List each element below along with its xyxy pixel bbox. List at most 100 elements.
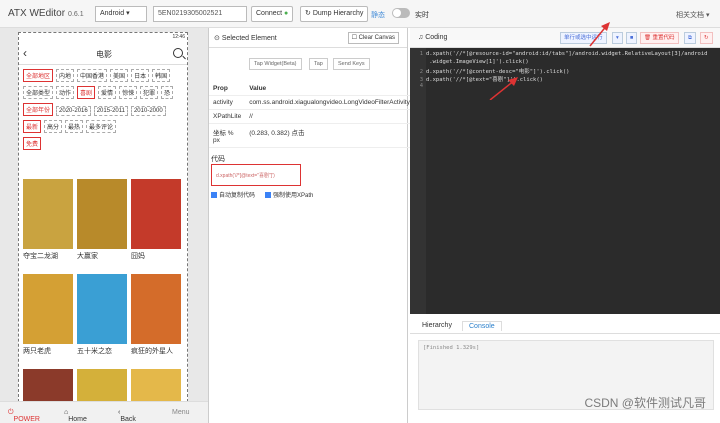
force-xpath-checkbox[interactable]: 强制使用XPath	[265, 190, 313, 199]
app-title: ATX WEditor 0.6.1	[8, 8, 84, 19]
movie-card[interactable]	[77, 369, 127, 401]
filter-row: 免费	[23, 137, 44, 150]
docs-link[interactable]: 相关文档 ▾	[676, 10, 709, 20]
code-line: 2 d.xpath('//*[@content-desc="电影"]').clic…	[419, 69, 570, 75]
status-bar: 12:46	[172, 34, 185, 40]
movie-title: 五十米之恋	[77, 348, 112, 355]
filter-chip[interactable]: 韩国	[152, 69, 171, 82]
panel-title: ⊙ Selected Element	[214, 35, 277, 42]
clear-canvas-button[interactable]: ☐ Clear Canvas	[347, 32, 399, 44]
back-button[interactable]: ‹ Back	[118, 409, 136, 423]
code-snippet[interactable]: d.xpath('//*[@text="喜剧"]')	[211, 164, 301, 186]
serial-input[interactable]: 5EN0219305002521	[153, 6, 247, 22]
copy-icon[interactable]: ⧉	[684, 32, 696, 44]
filter-chip[interactable]: 恐	[161, 86, 174, 99]
run-dropdown-button[interactable]: ▾	[612, 32, 623, 44]
filter-chip[interactable]: 最新	[23, 120, 42, 133]
movie-card[interactable]: 疯狂的外星人	[131, 274, 181, 356]
bottom-tabs: Hierarchy Console	[410, 318, 720, 334]
filter-chip[interactable]: 全部地区	[23, 69, 54, 82]
filter-chip[interactable]: 免费	[23, 137, 42, 150]
movie-poster	[77, 274, 127, 344]
coding-title: ♫ Coding	[418, 34, 448, 41]
filter-row: 全部地区 内地 中国香港 美国 日本 韩国	[23, 69, 173, 82]
reset-code-button[interactable]: 🗑 重置代码	[640, 32, 679, 44]
movie-poster	[23, 179, 73, 249]
filter-chip[interactable]: 全部年份	[23, 103, 54, 116]
filter-chip[interactable]: 内地	[56, 69, 75, 82]
connect-button[interactable]: Connect ●	[251, 6, 294, 22]
movie-poster	[131, 274, 181, 344]
filter-chip[interactable]: 惊悚	[119, 86, 138, 99]
movie-poster	[131, 179, 181, 249]
filter-chip[interactable]: 2015-2011	[93, 106, 128, 116]
movie-title: 疯狂的外星人	[131, 348, 173, 355]
filter-chip[interactable]: 全部类型	[23, 86, 54, 99]
filter-chip[interactable]: 美国	[110, 69, 129, 82]
stop-button[interactable]: ■	[626, 32, 638, 44]
tab-console[interactable]: Console	[462, 321, 502, 331]
device-nav: ⏻ POWER ⌂ Home ‹ Back Menu	[0, 401, 208, 423]
properties-table: Prop Value activity com.ss.android.xiagual…	[209, 82, 414, 148]
coding-header: ♫ Coding 单行或选中运行 ▾ ■ 🗑 重置代码 ⧉ ↻	[410, 28, 720, 48]
realtime-label: 实时	[415, 12, 429, 19]
selected-element-panel: ⊙ Selected Element ☐ Clear Canvas Tap Wi…	[208, 28, 414, 423]
movie-card[interactable]	[23, 369, 73, 401]
app-bar: ‹ 电影	[19, 43, 187, 65]
movie-poster	[77, 179, 127, 249]
filter-row: 全部类型 动作 喜剧 爱情 惊悚 犯罪恐	[23, 86, 176, 99]
filter-chip[interactable]: 高分	[44, 120, 63, 133]
filter-chip[interactable]: 爱情	[98, 86, 117, 99]
coding-panel: ♫ Coding 单行或选中运行 ▾ ■ 🗑 重置代码 ⧉ ↻ 1 d.xpath…	[410, 28, 720, 423]
filter-chip[interactable]: 最多评论	[86, 120, 117, 133]
tap-widget-button[interactable]: Tap Widget(Beta)	[249, 58, 302, 70]
filter-row: 最新 高分 最热 最多评论	[23, 120, 119, 133]
movie-poster	[131, 369, 181, 401]
code-editor[interactable]: 1 d.xpath('//*[@resource-id="android:id/t…	[410, 48, 720, 314]
filter-chip[interactable]: 动作	[56, 86, 75, 99]
search-icon[interactable]	[173, 48, 183, 58]
code-line: 4	[419, 83, 423, 89]
send-keys-button[interactable]: Send Keys	[333, 58, 370, 70]
movie-card[interactable]: 大赢家	[77, 179, 127, 261]
device-screen[interactable]: 12:46 ‹ 电影 全部地区 内地 中国香港 美国 日本 韩国 全部类型 动作 喜剧 爱情 惊悚犯…	[18, 32, 188, 402]
menu-button[interactable]: Menu	[172, 409, 190, 416]
movie-poster	[77, 369, 127, 401]
table-row: activity com.ss.android.xiagualongvideo.L…	[209, 95, 414, 110]
tab-hierarchy[interactable]: Hierarchy	[416, 321, 458, 330]
home-button[interactable]: ⌂ Home	[64, 409, 87, 423]
filter-chip[interactable]: 喜剧	[77, 86, 96, 99]
movie-card[interactable]: 囧妈	[131, 179, 181, 261]
refresh-icon[interactable]: ↻	[700, 32, 713, 44]
dump-hierarchy-button[interactable]: ↻ Dump Hierarchy	[300, 6, 369, 22]
watermark: CSDN @软件测试凡哥	[584, 396, 706, 410]
auto-copy-checkbox[interactable]: 自动复制代码	[211, 190, 255, 199]
screen-title: 电影	[96, 50, 112, 59]
movie-card[interactable]: 五十米之恋	[77, 274, 127, 356]
panel-header: ⊙ Selected Element ☐ Clear Canvas	[209, 28, 407, 48]
realtime-toggle[interactable]	[392, 8, 410, 18]
filter-chip[interactable]: 日本	[131, 69, 150, 82]
filter-chip[interactable]: 最热	[65, 120, 84, 133]
filter-chip[interactable]: 中国香港	[77, 69, 108, 82]
top-toolbar: ATX WEditor 0.6.1 Android ▾ 5EN0219305002…	[0, 0, 720, 28]
code-label: 代码	[211, 156, 225, 163]
movie-title: 夺宝二龙湖	[23, 253, 58, 260]
code-line: .widget.ImageView[1]').click()	[426, 59, 529, 65]
movie-poster	[23, 274, 73, 344]
movie-card[interactable]: 夺宝二龙湖	[23, 179, 73, 261]
static-label: 静态	[371, 12, 385, 19]
power-button[interactable]: ⏻ POWER	[8, 409, 40, 423]
filter-chip[interactable]: 2010-2000	[130, 106, 166, 116]
filter-chip[interactable]: 2020-2016	[56, 106, 91, 116]
movie-card[interactable]: 两只老虎	[23, 274, 73, 356]
code-line: 3 d.xpath('//*[@text="喜剧"]').click()	[419, 77, 543, 83]
movie-title: 大赢家	[77, 253, 98, 260]
movie-card[interactable]	[131, 369, 181, 401]
tap-button[interactable]: Tap	[309, 58, 328, 70]
platform-select[interactable]: Android ▾	[95, 6, 147, 22]
code-line: 1 d.xpath('//*[@resource-id="android:id/t…	[419, 51, 708, 57]
filter-chip[interactable]: 犯罪	[140, 86, 159, 99]
run-selection-button[interactable]: 单行或选中运行	[560, 32, 607, 44]
table-row: 坐标 % px (0.283, 0.382) 点击	[209, 123, 414, 148]
